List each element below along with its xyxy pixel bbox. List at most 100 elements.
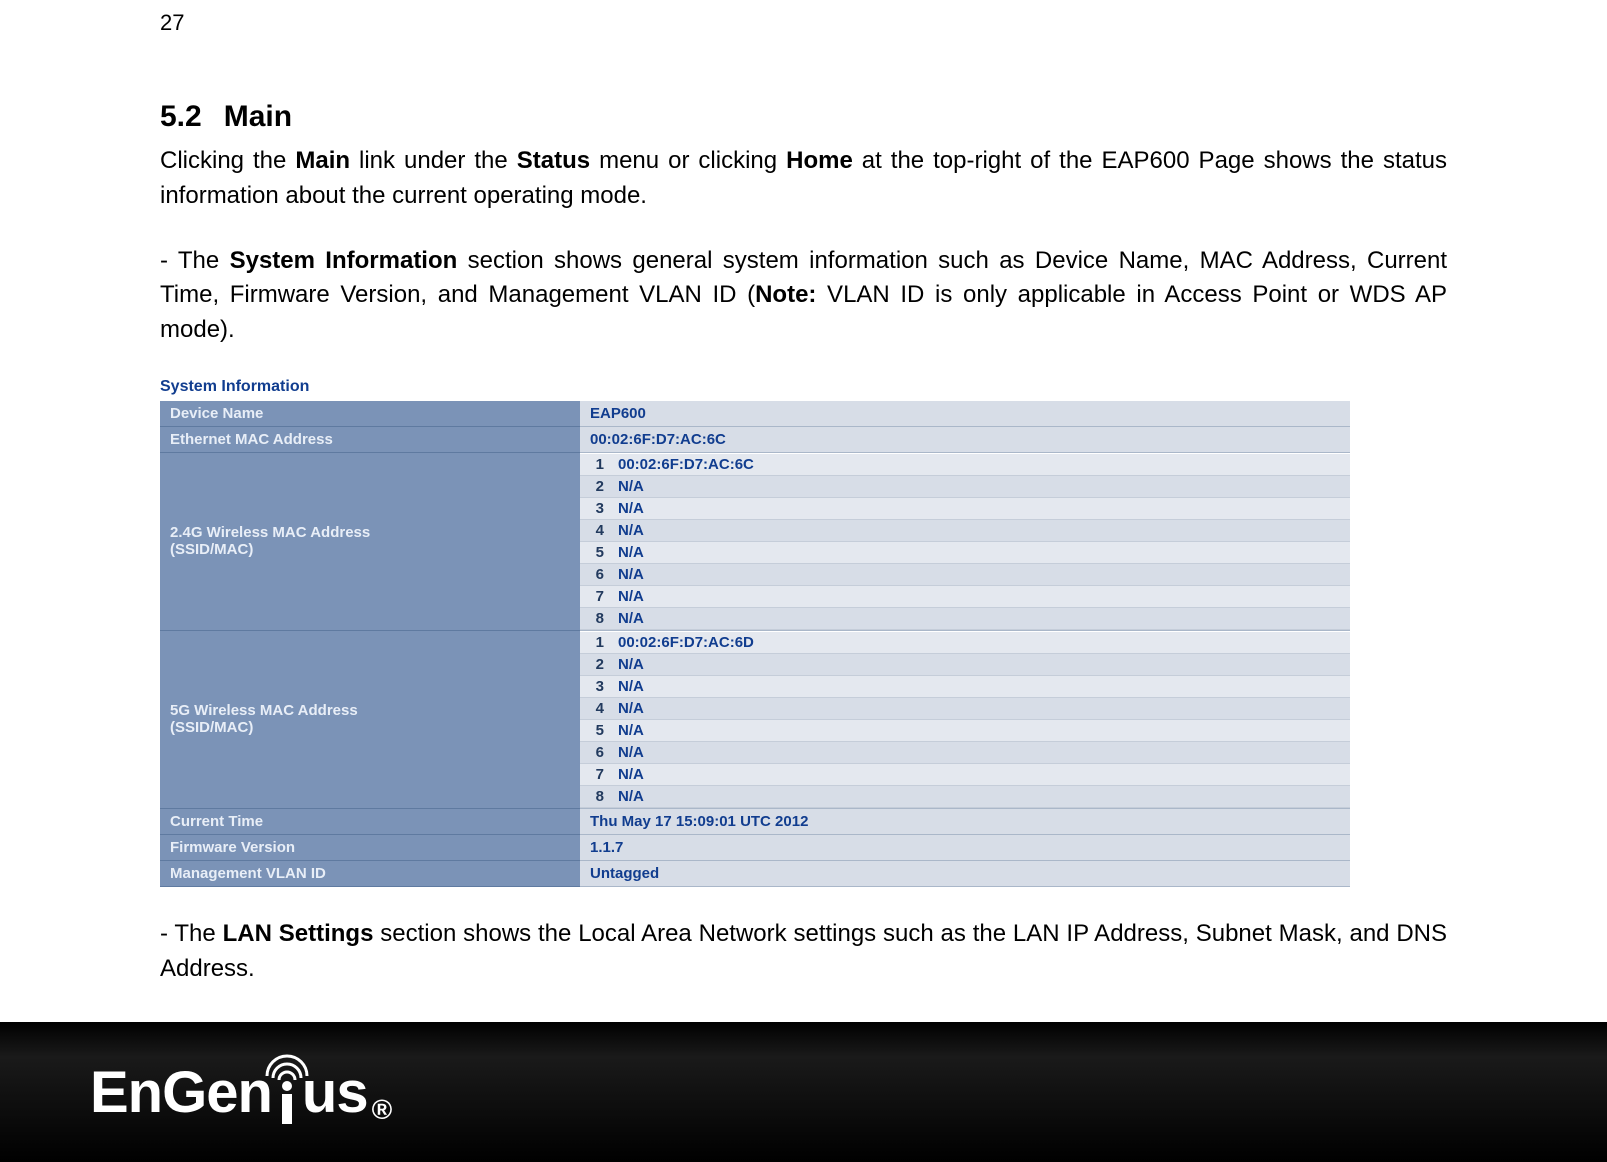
list-item: 100:02:6F:D7:AC:6D	[580, 631, 1350, 653]
table-row: Ethernet MAC Address 00:02:6F:D7:AC:6C	[160, 426, 1350, 452]
row-value-cell: Thu May 17 15:09:01 UTC 2012	[580, 808, 1350, 834]
val: N/A	[612, 541, 1350, 563]
list-item: 6N/A	[580, 563, 1350, 585]
table-row: Device Name EAP600	[160, 400, 1350, 426]
bold-home: Home	[786, 147, 853, 174]
text: menu or clicking	[590, 147, 786, 174]
text: Clicking the	[160, 147, 295, 174]
idx: 4	[580, 519, 612, 541]
idx: 5	[580, 719, 612, 741]
idx: 7	[580, 585, 612, 607]
idx: 6	[580, 563, 612, 585]
val: N/A	[612, 675, 1350, 697]
table-row: Current Time Thu May 17 15:09:01 UTC 201…	[160, 808, 1350, 834]
row-label-firmware: Firmware Version	[160, 834, 580, 860]
logo-part2: us	[302, 1059, 368, 1126]
system-information-panel: System Information Device Name EAP600 Et…	[160, 378, 1350, 887]
section-heading: 5.2Main	[160, 100, 1447, 134]
row-value-vlan: Untagged	[580, 861, 1350, 886]
system-information-table: Device Name EAP600 Ethernet MAC Address …	[160, 400, 1350, 887]
idx: 3	[580, 675, 612, 697]
logo-text: EnGen us ®	[90, 1059, 391, 1126]
val: N/A	[612, 763, 1350, 785]
val: N/A	[612, 607, 1350, 629]
table-row: 2.4G Wireless MAC Address (SSID/MAC) 100…	[160, 452, 1350, 630]
bold-lan-settings: LAN Settings	[223, 920, 374, 947]
val: N/A	[612, 497, 1350, 519]
row-value-cell: 1.1.7	[580, 834, 1350, 860]
row-label-device-name: Device Name	[160, 400, 580, 426]
row-label-24g-mac: 2.4G Wireless MAC Address (SSID/MAC)	[160, 452, 580, 630]
val: 00:02:6F:D7:AC:6C	[612, 453, 1350, 475]
row-label-current-time: Current Time	[160, 808, 580, 834]
row-value-firmware: 1.1.7	[580, 835, 1350, 860]
val: N/A	[612, 519, 1350, 541]
list-item: 7N/A	[580, 585, 1350, 607]
label-line2: (SSID/MAC)	[170, 541, 253, 558]
list-item: 6N/A	[580, 741, 1350, 763]
label-line1: 5G Wireless MAC Address	[170, 702, 358, 719]
val: N/A	[612, 475, 1350, 497]
table-row: Firmware Version 1.1.7	[160, 834, 1350, 860]
text: - The	[160, 920, 223, 947]
row-value-cell: 100:02:6F:D7:AC:6C 2N/A 3N/A 4N/A 5N/A 6…	[580, 452, 1350, 630]
idx: 1	[580, 631, 612, 653]
label-line1: 2.4G Wireless MAC Address	[170, 524, 370, 541]
row-label-5g-mac: 5G Wireless MAC Address (SSID/MAC)	[160, 630, 580, 808]
list-item: 4N/A	[580, 519, 1350, 541]
row-value-cell: Untagged	[580, 860, 1350, 886]
row-value-current-time: Thu May 17 15:09:01 UTC 2012	[580, 809, 1350, 834]
page-number: 27	[160, 10, 184, 36]
idx: 7	[580, 763, 612, 785]
table-row: 5G Wireless MAC Address (SSID/MAC) 100:0…	[160, 630, 1350, 808]
val: N/A	[612, 785, 1350, 807]
val: N/A	[612, 585, 1350, 607]
val: 00:02:6F:D7:AC:6D	[612, 631, 1350, 653]
list-item: 5N/A	[580, 541, 1350, 563]
wifi-icon	[263, 1050, 311, 1080]
idx: 1	[580, 453, 612, 475]
row-value-cell: 100:02:6F:D7:AC:6D 2N/A 3N/A 4N/A 5N/A 6…	[580, 630, 1350, 808]
text: link under the	[350, 147, 517, 174]
val: N/A	[612, 563, 1350, 585]
row-value-cell: EAP600	[580, 400, 1350, 426]
idx: 8	[580, 785, 612, 807]
registered-trademark-icon: ®	[372, 1094, 392, 1126]
idx: 6	[580, 741, 612, 763]
list-item: 8N/A	[580, 785, 1350, 807]
idx: 4	[580, 697, 612, 719]
list-item: 2N/A	[580, 475, 1350, 497]
bold-system-information: System Information	[230, 247, 458, 274]
bold-main: Main	[295, 147, 350, 174]
bold-status: Status	[517, 147, 590, 174]
list-item: 4N/A	[580, 697, 1350, 719]
ssid-mac-list-5g: 100:02:6F:D7:AC:6D 2N/A 3N/A 4N/A 5N/A 6…	[580, 631, 1350, 808]
val: N/A	[612, 697, 1350, 719]
table-row: Management VLAN ID Untagged	[160, 860, 1350, 886]
bold-note: Note:	[755, 281, 816, 308]
idx: 2	[580, 475, 612, 497]
intro-paragraph: Clicking the Main link under the Status …	[160, 144, 1447, 214]
row-value-device-name: EAP600	[580, 401, 1350, 426]
list-item: 3N/A	[580, 675, 1350, 697]
list-item: 100:02:6F:D7:AC:6C	[580, 453, 1350, 475]
text: - The	[160, 247, 230, 274]
list-item: 7N/A	[580, 763, 1350, 785]
list-item: 2N/A	[580, 653, 1350, 675]
idx: 8	[580, 607, 612, 629]
logo-part1: EnGen	[90, 1059, 272, 1126]
system-information-title: System Information	[160, 378, 1350, 396]
row-label-eth-mac: Ethernet MAC Address	[160, 426, 580, 452]
content-area: 5.2Main Clicking the Main link under the…	[160, 0, 1447, 987]
list-item: 8N/A	[580, 607, 1350, 629]
page: 27 5.2Main Clicking the Main link under …	[0, 0, 1607, 1162]
list-item: 5N/A	[580, 719, 1350, 741]
lan-settings-paragraph: - The LAN Settings section shows the Loc…	[160, 917, 1447, 987]
row-value-eth-mac: 00:02:6F:D7:AC:6C	[580, 427, 1350, 452]
sysinfo-paragraph: - The System Information section shows g…	[160, 244, 1447, 348]
label-line2: (SSID/MAC)	[170, 719, 253, 736]
row-label-vlan: Management VLAN ID	[160, 860, 580, 886]
ssid-mac-list-24g: 100:02:6F:D7:AC:6C 2N/A 3N/A 4N/A 5N/A 6…	[580, 453, 1350, 630]
val: N/A	[612, 741, 1350, 763]
logo-i-with-wifi-icon	[270, 1062, 304, 1126]
